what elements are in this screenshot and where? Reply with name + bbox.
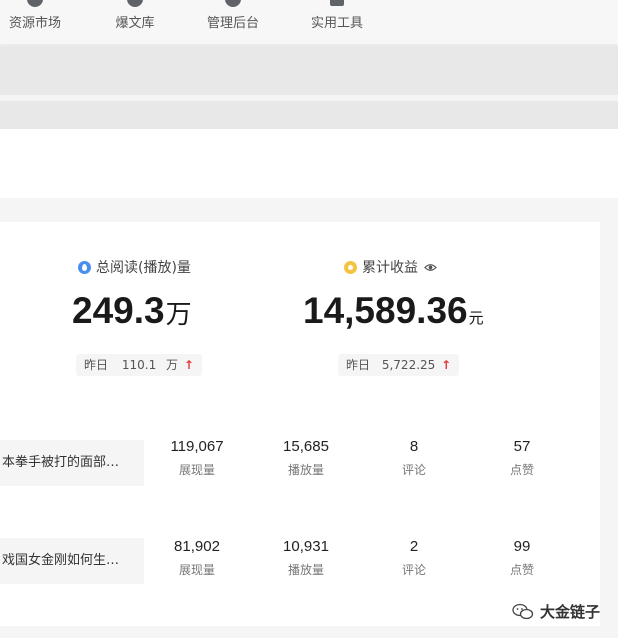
metric-label: 点赞 [509, 563, 534, 577]
yesterday-value: 110.1 [121, 358, 157, 372]
admin-icon [225, 0, 241, 7]
reads-value: 249.3万 [72, 290, 192, 332]
wechat-icon [512, 603, 534, 619]
metric-value: 57 [513, 438, 531, 455]
nav-item-tools[interactable]: 实用工具 [302, 0, 372, 44]
reads-number: 249.3 [72, 290, 165, 331]
metric-label: 评论 [401, 563, 426, 577]
content-header [0, 129, 618, 198]
market-icon [27, 0, 43, 7]
income-unit: 元 [468, 310, 484, 327]
metric-plays: 10,931 播放量 [266, 538, 346, 578]
reads-title-text: 总阅读(播放)量 [96, 260, 191, 276]
metric-comments: 8 评论 [374, 438, 454, 478]
top-nav: 资源市场 爆文库 管理后台 实用工具 [0, 0, 618, 44]
stats-card: 总阅读(播放)量 249.3万 昨日 110.1 万 ↑ 累计收益 14,589… [0, 222, 600, 626]
income-yesterday: 昨日 5,722.25 ↑ [338, 354, 460, 376]
coin-icon [344, 260, 357, 274]
nav-item-label: 管理后台 [206, 16, 259, 31]
metric-comments: 2 评论 [374, 538, 454, 578]
metric-likes: 99 点赞 [482, 538, 562, 578]
metric-label: 展现量 [178, 563, 215, 577]
nav-item-resource-market[interactable]: 资源市场 [0, 0, 70, 44]
metric-impressions: 119,067 展现量 [157, 438, 237, 478]
metric-value: 15,685 [283, 438, 329, 455]
watermark-text: 大金链子 [539, 603, 600, 621]
yesterday-label: 昨日 [346, 358, 371, 372]
yesterday-value: 5,722.25 [381, 358, 436, 372]
income-value: 14,589.36元 [303, 290, 484, 332]
income-number: 14,589.36 [303, 290, 468, 331]
trend-up-icon: ↑ [441, 358, 452, 372]
yesterday-label: 昨日 [84, 358, 109, 372]
metric-impressions: 81,902 展现量 [157, 538, 237, 578]
nav-item-label: 资源市场 [8, 16, 61, 31]
reads-yesterday: 昨日 110.1 万 ↑ [76, 354, 202, 376]
nav-item-admin[interactable]: 管理后台 [198, 0, 268, 44]
trend-up-icon: ↑ [183, 358, 194, 372]
metric-label: 播放量 [287, 463, 324, 477]
metric-likes: 57 点赞 [482, 438, 562, 478]
metric-value: 81,902 [174, 538, 220, 555]
nav-item-article-library[interactable]: 爆文库 [100, 0, 170, 44]
nav-item-label: 实用工具 [310, 16, 363, 31]
nav-item-label: 爆文库 [115, 16, 155, 31]
article-title[interactable]: 本拳手被打的面部… [0, 440, 144, 486]
article-title[interactable]: 戏国女金刚如何生… [0, 538, 144, 584]
income-title-text: 累计收益 [362, 260, 418, 276]
toolbar-band [0, 46, 618, 95]
metric-label: 评论 [401, 463, 426, 477]
tools-icon [330, 0, 344, 6]
eye-icon[interactable] [424, 261, 437, 274]
reads-unit: 万 [165, 299, 192, 329]
income-title: 累计收益 [344, 257, 437, 277]
metric-label: 展现量 [178, 463, 215, 477]
metric-value: 10,931 [283, 538, 329, 555]
metric-plays: 15,685 播放量 [266, 438, 346, 478]
metric-value: 2 [409, 538, 419, 555]
watermark: 大金链子 [512, 601, 600, 622]
metric-label: 点赞 [509, 463, 534, 477]
yesterday-unit: 万 [166, 358, 179, 372]
metric-value: 119,067 [170, 438, 224, 455]
metric-value: 99 [513, 538, 531, 555]
library-icon [127, 0, 143, 7]
reads-title: 总阅读(播放)量 [78, 257, 191, 277]
subheader-band [0, 101, 618, 129]
metric-label: 播放量 [287, 563, 324, 577]
droplet-icon [78, 260, 91, 274]
metric-value: 8 [409, 438, 419, 455]
